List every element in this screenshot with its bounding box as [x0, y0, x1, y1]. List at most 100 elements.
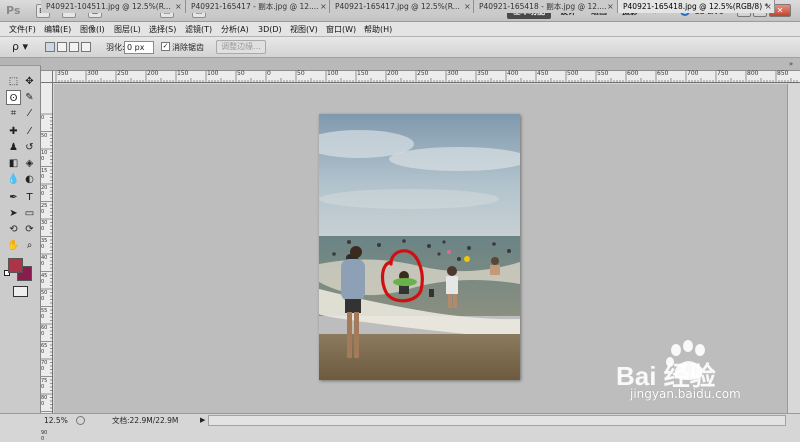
status-menu-arrow-icon[interactable]: ▶	[200, 415, 208, 426]
document-photo[interactable]	[319, 114, 520, 380]
menu-help[interactable]: 帮助(H)	[364, 22, 392, 37]
healing-brush-tool-icon[interactable]: ✚	[6, 124, 21, 139]
menu-layer[interactable]: 图层(L)	[114, 22, 141, 37]
ruler-label: 350	[477, 70, 489, 77]
tab-document-3[interactable]: P40921-165417.jpg @ 12.5%(R...	[330, 0, 474, 13]
new-selection-icon[interactable]	[45, 42, 55, 52]
tab-close-icon[interactable]: ×	[607, 0, 614, 13]
ruler-label: 100	[207, 70, 219, 77]
ruler-label: 400	[507, 70, 519, 77]
pen-tool-icon[interactable]: ✒	[6, 190, 21, 205]
shape-tool-icon[interactable]: ▭	[22, 206, 37, 221]
ruler-label: 900	[41, 430, 48, 442]
refine-edge-button[interactable]: 调整边缘...	[216, 40, 266, 54]
zoom-field[interactable]: 12.5%	[44, 415, 72, 426]
menu-edit[interactable]: 编辑(E)	[44, 22, 71, 37]
eyedropper-tool-icon[interactable]: ⁄	[22, 106, 37, 121]
horizontal-ruler[interactable]: 350 300 250 200 150 100 50 0 50 100 150 200 250 300 35…	[53, 71, 800, 83]
3d-orbit-tool-icon[interactable]: ⟳	[22, 222, 37, 237]
menu-3d[interactable]: 3D(D)	[258, 22, 282, 37]
feather-input[interactable]: 0 px	[124, 41, 154, 54]
menu-select[interactable]: 选择(S)	[149, 22, 176, 37]
menu-analysis[interactable]: 分析(A)	[221, 22, 249, 37]
clone-stamp-tool-icon[interactable]: ♟	[6, 140, 21, 155]
tab-document-2[interactable]: P40921-165417 - 副本.jpg @ 12....	[186, 0, 330, 13]
crop-tool-icon[interactable]: ⌗	[6, 106, 21, 121]
ruler-label: 700	[41, 360, 48, 372]
lasso-tool-icon[interactable]: ʘ	[6, 90, 21, 105]
status-bar: 12.5% 文档:22.9M/22.9M ▶	[0, 413, 800, 426]
ruler-label: 300	[447, 70, 459, 77]
foreground-color-swatch[interactable]	[8, 258, 23, 273]
menu-file[interactable]: 文件(F)	[9, 22, 36, 37]
ruler-label: 750	[41, 377, 48, 390]
toolbox-grip[interactable]	[0, 58, 41, 66]
antialias-checkbox[interactable]: ✓	[161, 42, 170, 51]
horizontal-scrollbar[interactable]	[208, 415, 786, 426]
ruler-label: 550	[597, 70, 609, 77]
history-brush-tool-icon[interactable]: ↺	[22, 140, 37, 155]
feather-label: 羽化:	[106, 43, 125, 52]
tab-document-5-active[interactable]: P40921-165418.jpg @ 12.5%(RGB/8) *	[618, 0, 775, 13]
ruler-label: 350	[57, 70, 69, 77]
marquee-tool-icon[interactable]: ⬚	[6, 74, 21, 89]
tab-close-icon[interactable]: ×	[320, 0, 327, 13]
ruler-label: 50	[41, 132, 48, 139]
eraser-tool-icon[interactable]: ◧	[6, 156, 21, 171]
menu-filter[interactable]: 滤镜(T)	[185, 22, 212, 37]
ruler-label: 550	[41, 307, 48, 320]
ruler-label: 650	[41, 342, 48, 355]
brush-tool-icon[interactable]: ⁄	[22, 124, 37, 139]
status-options-icon[interactable]	[76, 416, 85, 425]
antialias-label: 消除锯齿	[172, 43, 204, 52]
tab-close-icon[interactable]: ×	[175, 0, 182, 13]
ruler-label: 300	[41, 220, 48, 232]
ruler-label: 400	[41, 255, 48, 267]
paint-bucket-tool-icon[interactable]: ◈	[22, 156, 37, 171]
ruler-label: 850	[777, 70, 789, 77]
vertical-ruler[interactable]: 0 50 100 150 200 250 300 350 400 450 500 550 600 650 7…	[41, 83, 53, 442]
tool-preset-lasso-icon[interactable]: ρ ▾	[12, 40, 36, 54]
add-to-selection-icon[interactable]	[57, 42, 67, 52]
menu-image[interactable]: 图像(I)	[80, 22, 105, 37]
tab-document-4[interactable]: P40921-165418 - 副本.jpg @ 12....	[474, 0, 618, 13]
quick-select-tool-icon[interactable]: ✎	[22, 90, 37, 105]
ruler-label: 50	[237, 70, 245, 77]
ruler-label: 200	[41, 185, 48, 197]
type-tool-icon[interactable]: T	[22, 190, 37, 205]
menu-view[interactable]: 视图(V)	[290, 22, 318, 37]
path-selection-tool-icon[interactable]: ➤	[6, 206, 21, 221]
blur-tool-icon[interactable]: 💧	[6, 172, 21, 187]
dodge-tool-icon[interactable]: ◐	[22, 172, 37, 187]
toolbox: ⬚ ✥ ʘ ✎ ⌗ ⁄ ✚ ⁄ ♟ ↺ ◧ ◈ 💧 ◐ ✒ T ➤ ▭ ⟲ ⟳ …	[0, 58, 41, 413]
hand-tool-icon[interactable]: ✋	[6, 238, 21, 253]
ruler-label: 200	[387, 70, 399, 77]
ruler-label: 150	[41, 167, 48, 180]
move-tool-icon[interactable]: ✥	[22, 74, 37, 89]
tab-close-icon[interactable]: ×	[765, 0, 772, 13]
ruler-label: 200	[147, 70, 159, 77]
ruler-label: 250	[41, 202, 48, 215]
ruler-label: 600	[627, 70, 639, 77]
ruler-label: 500	[567, 70, 579, 77]
ruler-label: 750	[717, 70, 729, 77]
zoom-tool-icon[interactable]: ⌕	[22, 238, 37, 253]
photoshop-logo: Ps	[6, 4, 21, 17]
ruler-label: 50	[297, 70, 305, 77]
3d-rotate-tool-icon[interactable]: ⟲	[6, 222, 21, 237]
watermark-url: jingyan.baidu.com	[630, 387, 741, 401]
ruler-label: 100	[327, 70, 339, 77]
ruler-label: 100	[41, 150, 48, 162]
ruler-label: 150	[177, 70, 189, 77]
ruler-label: 0	[267, 70, 271, 77]
ruler-origin[interactable]	[41, 71, 53, 83]
vertical-scrollbar[interactable]	[787, 84, 800, 413]
subtract-from-selection-icon[interactable]	[69, 42, 79, 52]
intersect-selection-icon[interactable]	[81, 42, 91, 52]
quick-mask-icon[interactable]	[13, 286, 28, 297]
tab-close-icon[interactable]: ×	[464, 0, 471, 13]
ruler-label: 600	[41, 325, 48, 337]
ruler-label: 250	[417, 70, 429, 77]
menu-window[interactable]: 窗口(W)	[326, 22, 356, 37]
tab-document-1[interactable]: P40921-104511.jpg @ 12.5%(R...	[41, 0, 186, 13]
